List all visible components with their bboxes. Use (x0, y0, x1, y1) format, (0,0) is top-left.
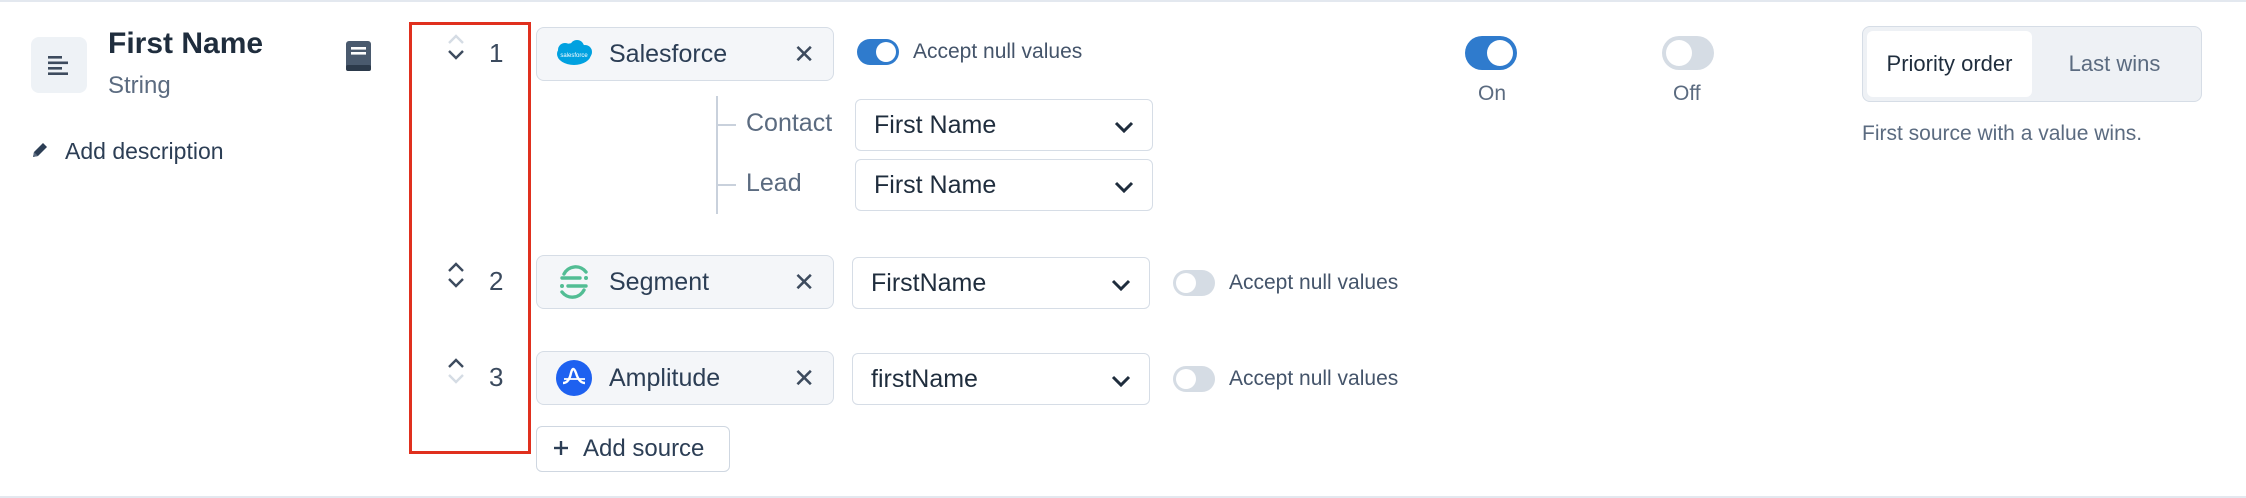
close-icon[interactable]: ✕ (793, 269, 815, 295)
chevron-down-icon (1111, 269, 1131, 298)
amplitude-mapping-select[interactable]: firstName (852, 353, 1150, 405)
source-name: Amplitude (609, 363, 721, 392)
object-label-contact: Contact (746, 109, 833, 137)
chevron-down-icon (1114, 171, 1134, 200)
source-chip-salesforce: salesforce Salesforce ✕ (536, 27, 834, 81)
accept-null-label: Accept null values (913, 40, 1083, 63)
move-up-icon[interactable] (447, 358, 465, 369)
accept-null-toggle[interactable] (1173, 366, 1215, 392)
accept-null-label: Accept null values (1229, 271, 1399, 294)
source-order-1: 1 (489, 38, 504, 68)
order-controls-highlight (409, 22, 531, 454)
source-name: Salesforce (609, 39, 728, 68)
close-icon[interactable]: ✕ (793, 41, 815, 67)
source-chip-amplitude: Amplitude ✕ (536, 351, 834, 405)
merge-strategy-control: Priority order Last wins (1862, 26, 2202, 102)
strategy-priority-order[interactable]: Priority order (1867, 31, 2032, 97)
accept-null-toggle[interactable] (1173, 270, 1215, 296)
chevron-down-icon (1111, 365, 1131, 394)
object-label-lead: Lead (746, 169, 802, 197)
source-order-3: 3 (489, 362, 504, 392)
add-source-label: Add source (583, 435, 705, 462)
plus-icon (553, 435, 569, 463)
chevron-down-icon (1114, 111, 1134, 140)
accept-null-toggle[interactable] (857, 39, 899, 65)
source-chip-segment: Segment ✕ (536, 255, 834, 309)
move-down-icon (447, 373, 465, 384)
state-on-label: On (1478, 82, 1507, 105)
close-icon[interactable]: ✕ (793, 365, 815, 391)
tree-line (716, 96, 718, 214)
strategy-description: First source with a value wins. (1862, 122, 2143, 145)
select-value: firstName (871, 364, 978, 393)
accept-null-3: Accept null values (1173, 366, 1398, 392)
book-icon[interactable] (345, 40, 373, 72)
amplitude-icon (555, 359, 593, 397)
accept-null-2: Accept null values (1173, 270, 1398, 296)
select-value: FirstName (871, 268, 987, 297)
add-source-button[interactable]: Add source (536, 426, 730, 472)
accept-null-label: Accept null values (1229, 367, 1399, 390)
move-up-icon[interactable] (447, 262, 465, 273)
source-name: Segment (609, 267, 710, 296)
text-align-icon (31, 37, 87, 93)
field-title: First Name (108, 27, 264, 60)
select-value: First Name (874, 170, 997, 199)
salesforce-logo-text: salesforce (560, 53, 588, 59)
source-order-2: 2 (489, 266, 504, 296)
field-type: String (108, 72, 171, 99)
select-value: First Name (874, 110, 997, 139)
order-arrows-2 (444, 262, 468, 288)
move-down-icon[interactable] (447, 49, 465, 60)
segment-icon (555, 263, 593, 301)
state-on-toggle[interactable] (1465, 36, 1517, 70)
move-up-icon (447, 34, 465, 45)
state-off-toggle[interactable] (1662, 36, 1714, 70)
contact-mapping-select[interactable]: First Name (855, 99, 1153, 151)
lead-mapping-select[interactable]: First Name (855, 159, 1153, 211)
pencil-icon (31, 138, 49, 165)
order-arrows-1 (444, 34, 468, 60)
add-description-button[interactable]: Add description (31, 138, 224, 165)
salesforce-icon: salesforce (555, 35, 593, 73)
segment-mapping-select[interactable]: FirstName (852, 257, 1150, 309)
accept-null-1: Accept null values (857, 39, 1082, 65)
state-off-label: Off (1673, 82, 1701, 105)
strategy-last-wins[interactable]: Last wins (2032, 31, 2197, 97)
order-arrows-3 (444, 358, 468, 384)
add-description-label: Add description (65, 138, 224, 164)
move-down-icon[interactable] (447, 277, 465, 288)
